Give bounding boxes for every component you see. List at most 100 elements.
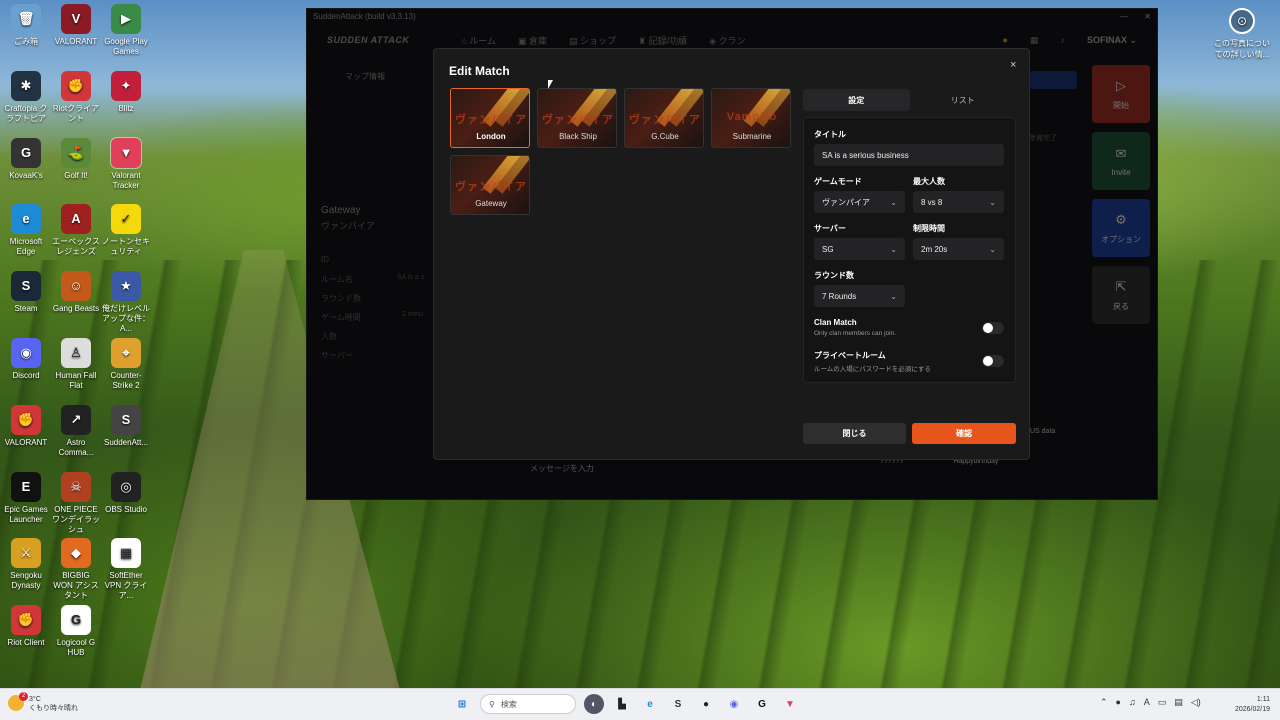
desktop-icon[interactable]: ▦ SoftEther VPN クライア... — [102, 538, 150, 601]
valorant-tracker-icon[interactable]: ▼ — [780, 694, 800, 714]
desktop-icon-label: KovaaK's — [9, 170, 43, 180]
desktop-icon-photo-info[interactable]: ⊙ この写真についての詳しい情... — [1212, 8, 1272, 60]
app-icon[interactable]: ● — [696, 694, 716, 714]
desktop-icon[interactable]: S SuddenAtt... — [102, 404, 150, 448]
rounds-label: ラウンド数 — [814, 271, 854, 280]
desktop-icon-label: 俺だけレベルアップな件：A... — [102, 304, 150, 334]
desktop-icon[interactable]: ✦ Blitz — [102, 70, 150, 114]
desktop-icon-label: Steam — [14, 304, 38, 314]
app-icon: G — [61, 605, 91, 636]
task-view-icon[interactable]: ▙ — [612, 694, 632, 714]
desktop-icon[interactable]: ★ 俺だけレベルアップな件：A... — [102, 271, 150, 334]
desktop-icon-label: Golf It! — [64, 170, 88, 180]
desktop-icon-label: Blitz — [118, 103, 134, 113]
desktop-icon-label: Microsoft Edge — [9, 237, 43, 257]
game-mode-value: ヴァンパイア — [822, 197, 870, 207]
map-card[interactable]: ヴァンパイア G.Cube — [624, 88, 704, 148]
desktop-icon-label: Riotクライアント — [52, 103, 100, 123]
map-card[interactable]: ヴァンパイア Black Ship — [537, 88, 617, 148]
clan-match-toggle[interactable] — [982, 322, 1004, 334]
game-mode-select[interactable]: ヴァンパイア ⌄ — [814, 191, 905, 213]
desktop-icon-label: Logicool G HUB — [56, 638, 96, 658]
app-icon: ◎ — [111, 471, 141, 502]
desktop-icon[interactable]: ♙ Human Fall Flat — [52, 338, 100, 391]
desktop-icon[interactable]: E Epic Games Launcher — [2, 471, 50, 525]
app-icon: S — [111, 404, 141, 435]
desktop-icon[interactable]: ⛳ Golf It! — [52, 137, 100, 181]
ghub-icon[interactable]: G — [752, 694, 772, 714]
app-icon: ⚔ — [11, 538, 41, 569]
tray-app-icon[interactable]: ● — [1116, 697, 1121, 708]
map-card[interactable]: Vampiro Submarine — [711, 88, 791, 148]
chevron-down-icon: ⌄ — [989, 244, 996, 254]
network-icon[interactable]: ▤ — [1174, 697, 1183, 708]
app-icon: A — [61, 204, 91, 235]
taskbar-clock[interactable]: 1:11 2026/02/19 — [1226, 695, 1270, 715]
desktop-icon-label: SoftEther VPN クライア... — [104, 571, 148, 601]
desktop-icon-label: OBS Studio — [105, 504, 147, 514]
app-icon: ↗ — [61, 404, 91, 435]
map-card[interactable]: ヴァンパイア Gateway — [450, 155, 530, 215]
desktop-icon[interactable]: A エーペックスレジェンズ — [52, 204, 100, 257]
private-room-toggle[interactable] — [982, 355, 1004, 367]
confirm-button[interactable]: 確認 — [912, 423, 1016, 444]
time-limit-select[interactable]: 2m 20s ⌄ — [913, 238, 1004, 260]
desktop-icon[interactable]: G KovaaK's — [2, 137, 50, 181]
app-icon: ✱ — [11, 70, 41, 101]
desktop-icon[interactable]: ◎ OBS Studio — [102, 471, 150, 515]
windows-start-icon[interactable]: ⊞ — [452, 694, 472, 714]
weather-widget[interactable]: 2 3°C くもり時々晴れ — [8, 692, 78, 713]
desktop-icon[interactable]: ✊ VALORANT — [2, 404, 50, 448]
desktop-icon-label: この写真についての詳しい情... — [1214, 39, 1270, 59]
desktop-icon[interactable]: ✱ Craftopia クラフトピア — [2, 70, 50, 124]
close-icon[interactable]: × — [1010, 59, 1016, 71]
server-value: SG — [822, 244, 834, 254]
server-label: サーバー — [814, 224, 846, 233]
desktop-icon[interactable]: ⚔ Sengoku Dynasty — [2, 538, 50, 591]
app-icon: ✓ — [111, 204, 141, 235]
widget-icon[interactable]: ◐ — [584, 694, 604, 714]
desktop-icon[interactable]: ▼ Valorant Tracker — [102, 136, 150, 191]
chevron-up-icon[interactable]: ⌃ — [1100, 697, 1108, 708]
taskbar-search[interactable]: ⚲ 検索 — [480, 694, 576, 714]
app-icon: ◉ — [11, 338, 41, 368]
app-icon: 🗑 — [11, 4, 41, 34]
desktop-icon[interactable]: ◉ Discord — [2, 338, 50, 381]
microphone-icon[interactable]: ♫ — [1129, 697, 1136, 708]
volume-icon[interactable]: ◁) — [1191, 697, 1201, 708]
title-input[interactable]: SA is a serious business — [814, 144, 1004, 166]
desktop-icon[interactable]: S Steam — [2, 271, 50, 314]
title-input-value: SA is a serious business — [822, 150, 909, 160]
discord-icon[interactable]: ◉ — [724, 694, 744, 714]
desktop-icon[interactable]: ✊ Riotクライアント — [52, 70, 100, 124]
app-icon: ✊ — [61, 70, 91, 101]
desktop-icon[interactable]: ⌖ Counter-Strike 2 — [102, 338, 150, 391]
ime-indicator[interactable]: A — [1144, 697, 1150, 708]
close-button[interactable]: 閉じる — [803, 423, 906, 444]
desktop-icon[interactable]: ☺ Gang Beasts — [52, 271, 100, 314]
max-players-select[interactable]: 8 vs 8 ⌄ — [913, 191, 1004, 213]
tab-list[interactable]: リスト — [910, 89, 1017, 111]
display-icon[interactable]: ▭ — [1158, 697, 1167, 708]
desktop-icon[interactable]: ↗ Astro Comma... — [52, 404, 100, 458]
desktop-icon[interactable]: V VALORANT — [52, 4, 100, 47]
tab-settings[interactable]: 設定 — [803, 89, 910, 111]
desktop-icon[interactable]: ✊ Riot Client — [2, 605, 50, 648]
suddenattack-icon[interactable]: S — [668, 694, 688, 714]
desktop-icon-label: Counter-Strike 2 — [110, 371, 142, 390]
desktop-icon[interactable]: ▶ Google Play Games — [102, 4, 150, 57]
app-icon: ☺ — [61, 271, 91, 302]
desktop-icon[interactable]: G Logicool G HUB — [52, 605, 100, 658]
server-select[interactable]: SG ⌄ — [814, 238, 905, 260]
clan-match-desc: Only clan members can join. — [814, 330, 897, 337]
desktop-icon[interactable]: ☠ ONE PIECE ワンデイラッシュ — [52, 471, 100, 535]
desktop-icon-label: SuddenAtt... — [103, 437, 149, 447]
desktop-icon-label: Google Play Games — [104, 37, 148, 56]
rounds-select[interactable]: 7 Rounds ⌄ — [814, 285, 905, 307]
desktop-icon[interactable]: ✓ ノートンセキュリティ — [102, 204, 150, 257]
desktop-icon[interactable]: 🗑 ごみ箱 — [2, 4, 50, 47]
desktop-icon[interactable]: ◆ BIGBIG WON アシスタント — [52, 538, 100, 601]
desktop-icon[interactable]: e Microsoft Edge — [2, 204, 50, 257]
map-card[interactable]: ヴァンパイア London — [450, 88, 530, 148]
edge-icon[interactable]: e — [640, 694, 660, 714]
